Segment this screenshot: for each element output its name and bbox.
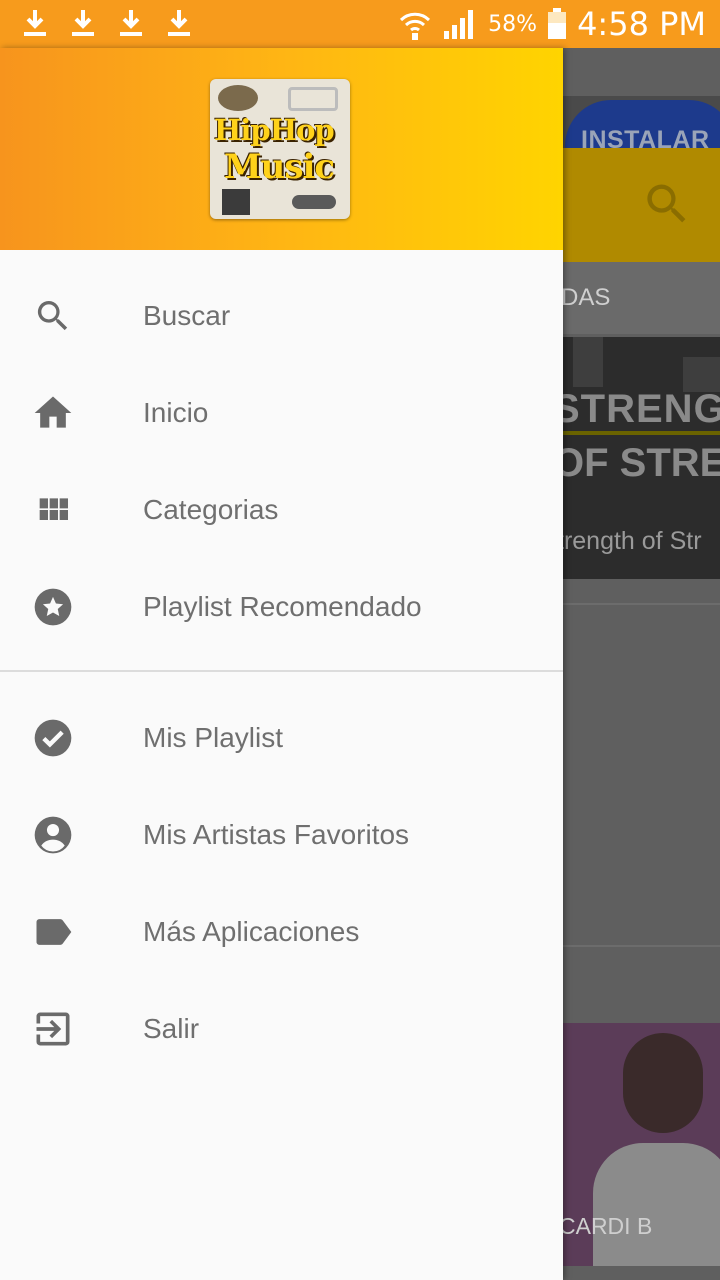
exit-icon <box>31 1007 75 1051</box>
logo-art <box>288 87 338 111</box>
app-logo: HipHop Music <box>210 79 350 219</box>
menu-item-label: Salir <box>143 1013 200 1044</box>
battery-percent: 58% <box>488 11 538 37</box>
background-app: INSTALAR DAS STRENG OF STRE trength of S… <box>563 48 720 1280</box>
account-circle-icon <box>31 813 75 857</box>
check-circle-icon <box>31 716 75 760</box>
search-icon <box>31 294 75 338</box>
menu-item-label: Buscar <box>143 300 231 331</box>
menu-item-label: Más Aplicaciones <box>143 916 360 947</box>
menu-item-inicio[interactable]: Inicio <box>0 364 563 461</box>
menu-item-mis-playlist[interactable]: Mis Playlist <box>0 689 563 786</box>
label-icon <box>31 910 75 954</box>
menu-divider <box>0 670 563 672</box>
card-caption: trength of Str <box>563 527 702 555</box>
tab-label[interactable]: DAS <box>563 284 610 312</box>
divider <box>563 945 720 947</box>
signal-icon <box>444 10 474 39</box>
search-icon[interactable] <box>641 178 693 230</box>
logo-text-music: Music <box>224 147 335 187</box>
grid-icon <box>31 488 75 532</box>
star-circle-icon <box>31 585 75 629</box>
home-icon <box>31 391 75 435</box>
navigation-drawer: HipHop Music Buscar Inicio Categorias Pl… <box>0 48 563 1280</box>
status-bar: 58% 4:58 PM <box>0 0 720 48</box>
menu-item-categorias[interactable]: Categorias <box>0 461 563 558</box>
tab-bar: DAS <box>563 262 720 334</box>
playlist-card[interactable]: STRENG OF STRE trength of Str <box>563 337 720 579</box>
download-icon <box>72 10 94 36</box>
menu-item-mas-aplicaciones[interactable]: Más Aplicaciones <box>0 883 563 980</box>
card-divider <box>563 431 720 435</box>
download-icon <box>24 10 46 36</box>
battery-icon <box>548 8 567 39</box>
menu-item-mis-artistas-favoritos[interactable]: Mis Artistas Favoritos <box>0 786 563 883</box>
menu-item-buscar[interactable]: Buscar <box>0 267 563 364</box>
card-title-line1: STRENG <box>563 387 720 431</box>
download-icon <box>168 10 190 36</box>
menu-item-label: Inicio <box>143 397 209 428</box>
divider <box>563 603 720 605</box>
logo-art <box>222 189 250 215</box>
menu-item-label: Playlist Recomendado <box>143 591 422 622</box>
artist-card[interactable]: CARDI B <box>563 1023 720 1266</box>
logo-text-hiphop: HipHop <box>214 113 335 147</box>
menu-item-playlist-recomendado[interactable]: Playlist Recomendado <box>0 558 563 655</box>
menu-item-salir[interactable]: Salir <box>0 980 563 1077</box>
logo-art <box>292 195 336 209</box>
download-icon <box>120 10 142 36</box>
menu-item-label: Mis Playlist <box>143 722 284 753</box>
wifi-icon <box>400 12 431 40</box>
app-toolbar <box>563 148 720 262</box>
logo-art <box>218 85 258 111</box>
card-title-line2: OF STRE <box>563 441 720 485</box>
menu-item-label: Mis Artistas Favoritos <box>143 819 410 850</box>
artist-name: CARDI B <box>563 1213 653 1239</box>
drawer-header: HipHop Music <box>0 48 563 250</box>
clock: 4:58 PM <box>577 5 706 43</box>
artist-image <box>623 1033 703 1133</box>
artist-image <box>593 1143 720 1266</box>
building-image <box>573 337 603 387</box>
menu-item-label: Categorias <box>143 494 279 525</box>
